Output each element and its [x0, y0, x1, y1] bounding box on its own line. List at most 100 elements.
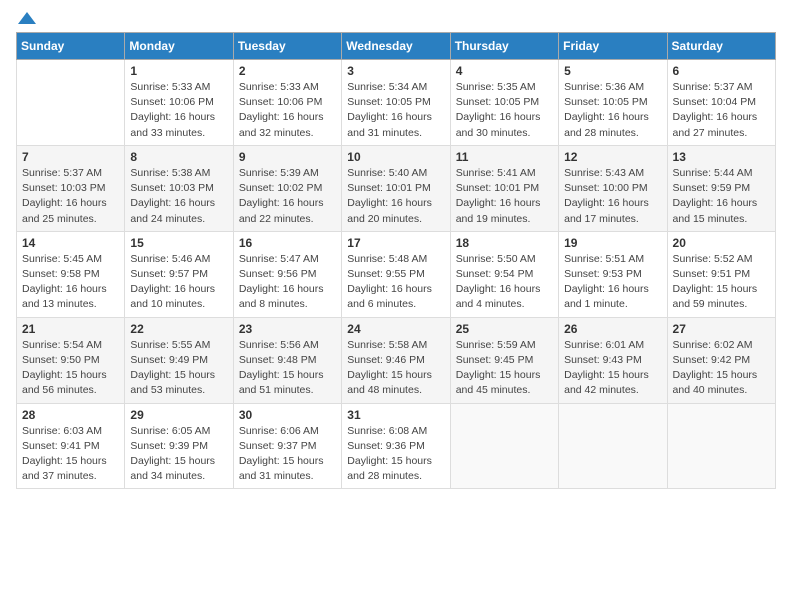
day-info: Sunrise: 5:55 AM Sunset: 9:49 PM Dayligh… — [130, 338, 227, 399]
day-number: 30 — [239, 408, 336, 422]
day-info: Sunrise: 5:35 AM Sunset: 10:05 PM Daylig… — [456, 80, 553, 141]
day-number: 8 — [130, 150, 227, 164]
day-number: 16 — [239, 236, 336, 250]
day-header-sunday: Sunday — [17, 33, 125, 60]
day-number: 21 — [22, 322, 119, 336]
day-info: Sunrise: 5:46 AM Sunset: 9:57 PM Dayligh… — [130, 252, 227, 313]
calendar-week-row: 1 Sunrise: 5:33 AM Sunset: 10:06 PM Dayli… — [17, 60, 776, 146]
calendar-cell: 14 Sunrise: 5:45 AM Sunset: 9:58 PM Dayli… — [17, 231, 125, 317]
day-number: 1 — [130, 64, 227, 78]
day-info: Sunrise: 5:34 AM Sunset: 10:05 PM Daylig… — [347, 80, 444, 141]
calendar-week-row: 21Sunrise: 5:54 AM Sunset: 9:50 PM Dayli… — [17, 317, 776, 403]
day-info: Sunrise: 6:06 AM Sunset: 9:37 PM Dayligh… — [239, 424, 336, 485]
calendar-header-row: SundayMondayTuesdayWednesdayThursdayFrid… — [17, 33, 776, 60]
day-number: 25 — [456, 322, 553, 336]
calendar-cell: 20 Sunrise: 5:52 AM Sunset: 9:51 PM Dayli… — [667, 231, 775, 317]
calendar-cell: 11 Sunrise: 5:41 AM Sunset: 10:01 PM Dayl… — [450, 145, 558, 231]
day-info: Sunrise: 5:51 AM Sunset: 9:53 PM Dayligh… — [564, 252, 661, 313]
day-number: 19 — [564, 236, 661, 250]
calendar-cell: 21Sunrise: 5:54 AM Sunset: 9:50 PM Dayli… — [17, 317, 125, 403]
day-number: 31 — [347, 408, 444, 422]
calendar-cell: 13 Sunrise: 5:44 AM Sunset: 9:59 PM Dayli… — [667, 145, 775, 231]
calendar-cell: 30 Sunrise: 6:06 AM Sunset: 9:37 PM Dayli… — [233, 403, 341, 489]
calendar-cell — [559, 403, 667, 489]
day-number: 24 — [347, 322, 444, 336]
calendar-cell: 22 Sunrise: 5:55 AM Sunset: 9:49 PM Dayli… — [125, 317, 233, 403]
logo — [16, 16, 36, 24]
day-number: 7 — [22, 150, 119, 164]
calendar-cell: 8 Sunrise: 5:38 AM Sunset: 10:03 PM Dayli… — [125, 145, 233, 231]
calendar-cell: 24Sunrise: 5:58 AM Sunset: 9:46 PM Dayli… — [342, 317, 450, 403]
day-header-wednesday: Wednesday — [342, 33, 450, 60]
calendar-cell: 3 Sunrise: 5:34 AM Sunset: 10:05 PM Dayli… — [342, 60, 450, 146]
calendar-cell: 25Sunrise: 5:59 AM Sunset: 9:45 PM Dayli… — [450, 317, 558, 403]
day-number: 11 — [456, 150, 553, 164]
day-number: 27 — [673, 322, 770, 336]
calendar-cell — [667, 403, 775, 489]
day-info: Sunrise: 5:52 AM Sunset: 9:51 PM Dayligh… — [673, 252, 770, 313]
day-number: 23 — [239, 322, 336, 336]
day-number: 28 — [22, 408, 119, 422]
day-info: Sunrise: 5:40 AM Sunset: 10:01 PM Daylig… — [347, 166, 444, 227]
day-number: 26 — [564, 322, 661, 336]
calendar-cell: 19 Sunrise: 5:51 AM Sunset: 9:53 PM Dayli… — [559, 231, 667, 317]
day-number: 20 — [673, 236, 770, 250]
calendar-cell: 23Sunrise: 5:56 AM Sunset: 9:48 PM Dayli… — [233, 317, 341, 403]
day-info: Sunrise: 5:36 AM Sunset: 10:05 PM Daylig… — [564, 80, 661, 141]
day-number: 13 — [673, 150, 770, 164]
day-number: 22 — [130, 322, 227, 336]
day-info: Sunrise: 6:02 AM Sunset: 9:42 PM Dayligh… — [673, 338, 770, 399]
calendar-week-row: 7Sunrise: 5:37 AM Sunset: 10:03 PM Dayli… — [17, 145, 776, 231]
calendar-cell: 7Sunrise: 5:37 AM Sunset: 10:03 PM Dayli… — [17, 145, 125, 231]
day-number: 15 — [130, 236, 227, 250]
page-header — [16, 16, 776, 24]
calendar-cell: 5 Sunrise: 5:36 AM Sunset: 10:05 PM Dayli… — [559, 60, 667, 146]
day-header-tuesday: Tuesday — [233, 33, 341, 60]
day-info: Sunrise: 5:39 AM Sunset: 10:02 PM Daylig… — [239, 166, 336, 227]
day-number: 18 — [456, 236, 553, 250]
calendar-cell: 6 Sunrise: 5:37 AM Sunset: 10:04 PM Dayli… — [667, 60, 775, 146]
day-number: 5 — [564, 64, 661, 78]
calendar-cell: 31Sunrise: 6:08 AM Sunset: 9:36 PM Dayli… — [342, 403, 450, 489]
day-info: Sunrise: 5:37 AM Sunset: 10:04 PM Daylig… — [673, 80, 770, 141]
day-info: Sunrise: 6:01 AM Sunset: 9:43 PM Dayligh… — [564, 338, 661, 399]
calendar-cell: 9Sunrise: 5:39 AM Sunset: 10:02 PM Dayli… — [233, 145, 341, 231]
calendar-cell — [450, 403, 558, 489]
day-number: 14 — [22, 236, 119, 250]
calendar-table: SundayMondayTuesdayWednesdayThursdayFrid… — [16, 32, 776, 489]
day-number: 6 — [673, 64, 770, 78]
day-number: 10 — [347, 150, 444, 164]
calendar-cell: 10 Sunrise: 5:40 AM Sunset: 10:01 PM Dayl… — [342, 145, 450, 231]
day-header-friday: Friday — [559, 33, 667, 60]
day-info: Sunrise: 5:44 AM Sunset: 9:59 PM Dayligh… — [673, 166, 770, 227]
day-info: Sunrise: 6:03 AM Sunset: 9:41 PM Dayligh… — [22, 424, 119, 485]
day-number: 2 — [239, 64, 336, 78]
calendar-cell: 28 Sunrise: 6:03 AM Sunset: 9:41 PM Dayli… — [17, 403, 125, 489]
day-number: 12 — [564, 150, 661, 164]
day-info: Sunrise: 5:47 AM Sunset: 9:56 PM Dayligh… — [239, 252, 336, 313]
day-number: 3 — [347, 64, 444, 78]
day-number: 4 — [456, 64, 553, 78]
logo-icon — [18, 12, 36, 24]
calendar-cell: 1 Sunrise: 5:33 AM Sunset: 10:06 PM Dayli… — [125, 60, 233, 146]
day-header-monday: Monday — [125, 33, 233, 60]
calendar-cell: 4 Sunrise: 5:35 AM Sunset: 10:05 PM Dayli… — [450, 60, 558, 146]
calendar-cell: 26 Sunrise: 6:01 AM Sunset: 9:43 PM Dayli… — [559, 317, 667, 403]
day-info: Sunrise: 5:48 AM Sunset: 9:55 PM Dayligh… — [347, 252, 444, 313]
calendar-cell: 15 Sunrise: 5:46 AM Sunset: 9:57 PM Dayli… — [125, 231, 233, 317]
calendar-cell — [17, 60, 125, 146]
day-number: 29 — [130, 408, 227, 422]
day-info: Sunrise: 5:33 AM Sunset: 10:06 PM Daylig… — [130, 80, 227, 141]
day-info: Sunrise: 5:33 AM Sunset: 10:06 PM Daylig… — [239, 80, 336, 141]
day-info: Sunrise: 5:50 AM Sunset: 9:54 PM Dayligh… — [456, 252, 553, 313]
calendar-week-row: 14 Sunrise: 5:45 AM Sunset: 9:58 PM Dayli… — [17, 231, 776, 317]
day-header-saturday: Saturday — [667, 33, 775, 60]
day-info: Sunrise: 5:41 AM Sunset: 10:01 PM Daylig… — [456, 166, 553, 227]
calendar-cell: 2 Sunrise: 5:33 AM Sunset: 10:06 PM Dayli… — [233, 60, 341, 146]
calendar-week-row: 28 Sunrise: 6:03 AM Sunset: 9:41 PM Dayli… — [17, 403, 776, 489]
day-info: Sunrise: 5:45 AM Sunset: 9:58 PM Dayligh… — [22, 252, 119, 313]
day-number: 17 — [347, 236, 444, 250]
day-info: Sunrise: 5:38 AM Sunset: 10:03 PM Daylig… — [130, 166, 227, 227]
calendar-cell: 12Sunrise: 5:43 AM Sunset: 10:00 PM Dayl… — [559, 145, 667, 231]
calendar-cell: 16 Sunrise: 5:47 AM Sunset: 9:56 PM Dayli… — [233, 231, 341, 317]
